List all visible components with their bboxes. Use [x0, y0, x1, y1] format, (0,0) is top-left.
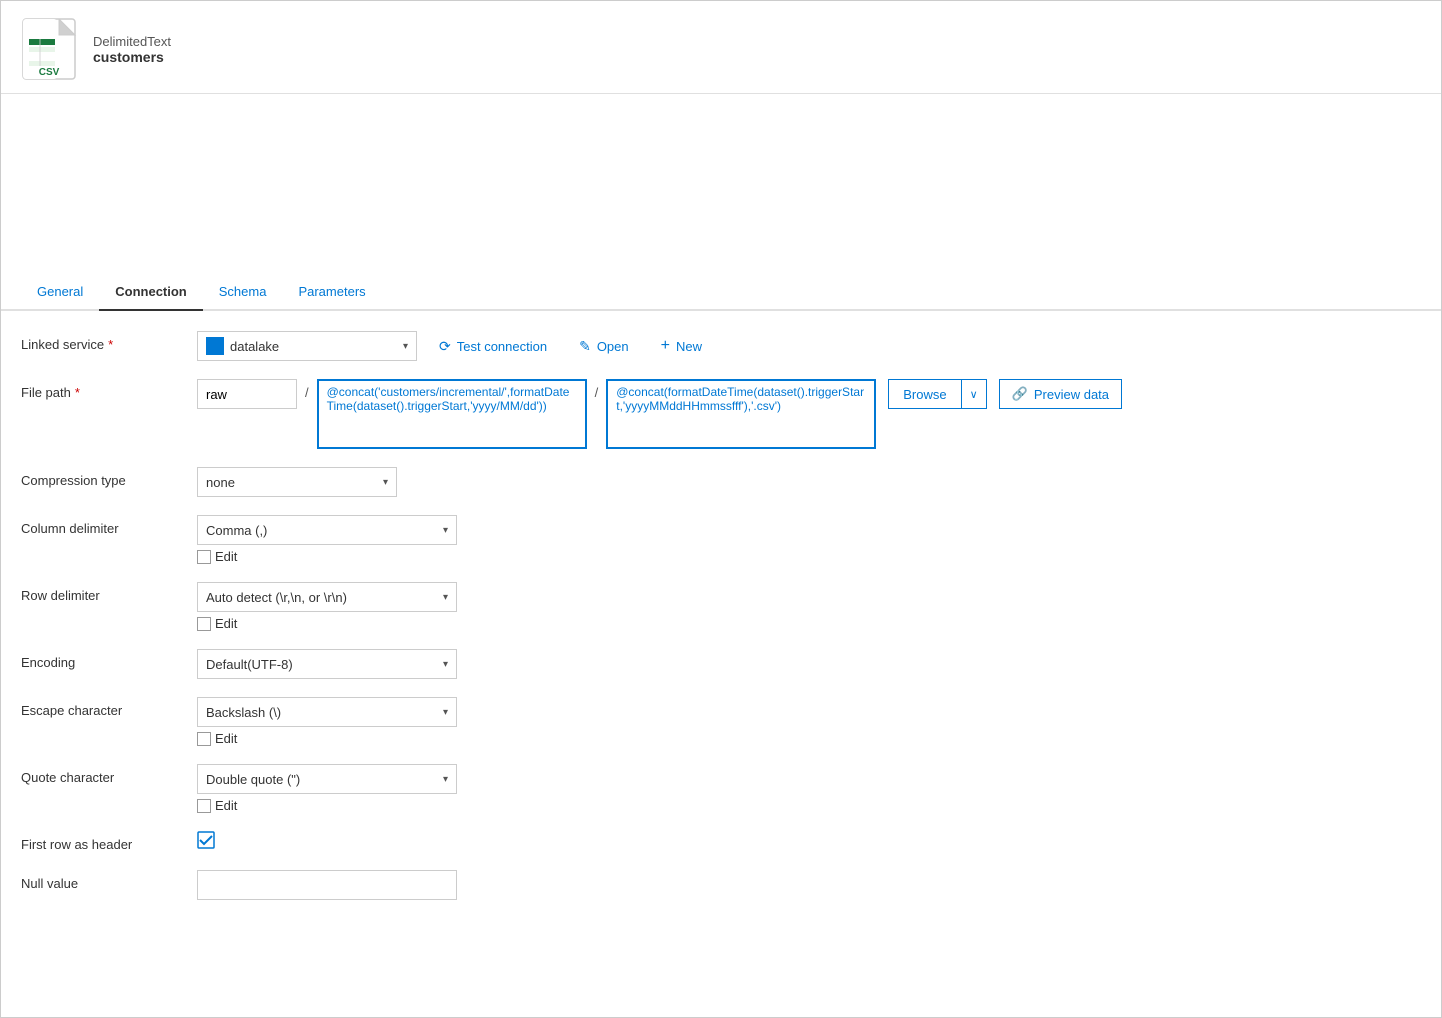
- file-path-container-input[interactable]: [197, 379, 297, 409]
- null-value-input[interactable]: [197, 870, 457, 900]
- first-row-header-row: First row as header: [21, 831, 1421, 852]
- file-path-expr2-text: @concat(formatDateTime(dataset().trigger…: [616, 385, 866, 413]
- file-path-label: File path *: [21, 379, 181, 400]
- column-delimiter-edit-label: Edit: [215, 549, 237, 564]
- row-delimiter-row: Row delimiter Auto detect (\r,\n, or \r\…: [21, 582, 1421, 631]
- linked-service-label: Linked service *: [21, 331, 181, 352]
- column-delimiter-value: Comma (,): [206, 523, 443, 538]
- row-delimiter-label: Row delimiter: [21, 582, 181, 603]
- quote-character-dropdown[interactable]: Double quote (") ▾: [197, 764, 457, 794]
- encoding-label: Encoding: [21, 649, 181, 670]
- dataset-name: customers: [93, 49, 171, 65]
- new-button[interactable]: + New: [651, 331, 712, 361]
- csv-file-icon: CSV: [21, 17, 77, 81]
- encoding-row: Encoding Default(UTF-8) ▾: [21, 649, 1421, 679]
- test-connection-button[interactable]: ⟳ Test connection: [429, 331, 557, 361]
- linked-service-icon: [206, 337, 224, 355]
- tab-schema[interactable]: Schema: [203, 274, 283, 311]
- first-row-header-checkbox[interactable]: [197, 831, 215, 849]
- quote-character-row: Quote character Double quote (") ▾ Edit: [21, 764, 1421, 813]
- open-button[interactable]: ✎ Open: [569, 331, 639, 361]
- linked-service-value: datalake: [230, 339, 403, 354]
- open-label: Open: [597, 339, 629, 354]
- null-value-row: Null value: [21, 870, 1421, 900]
- row-delimiter-edit-checkbox[interactable]: [197, 617, 211, 631]
- compression-type-value: none: [206, 475, 383, 490]
- preview-icon: 🔗: [1012, 386, 1028, 402]
- file-path-expression-2[interactable]: @concat(formatDateTime(dataset().trigger…: [606, 379, 876, 449]
- row-delimiter-value: Auto detect (\r,\n, or \r\n): [206, 590, 443, 605]
- escape-character-arrow-icon: ▾: [443, 707, 448, 718]
- row-delimiter-edit-label: Edit: [215, 616, 237, 631]
- row-delimiter-dropdown[interactable]: Auto detect (\r,\n, or \r\n) ▾: [197, 582, 457, 612]
- linked-service-row: Linked service * datalake ▾ ⟳ Test conne…: [21, 331, 1421, 361]
- compression-type-arrow-icon: ▾: [383, 477, 388, 488]
- first-row-header-label: First row as header: [21, 831, 181, 852]
- tab-parameters[interactable]: Parameters: [282, 274, 381, 311]
- compression-type-row: Compression type none ▾: [21, 467, 1421, 497]
- encoding-value: Default(UTF-8): [206, 657, 443, 672]
- test-connection-icon: ⟳: [439, 338, 451, 355]
- quote-character-edit-checkbox[interactable]: [197, 799, 211, 813]
- linked-service-dropdown[interactable]: datalake ▾: [197, 331, 417, 361]
- tabs-container: General Connection Schema Parameters: [1, 274, 1441, 311]
- test-connection-label: Test connection: [457, 339, 547, 354]
- compression-type-dropdown[interactable]: none ▾: [197, 467, 397, 497]
- tab-general[interactable]: General: [21, 274, 99, 311]
- file-path-row: File path * / @concat('customers/increme…: [21, 379, 1421, 449]
- plus-icon: +: [661, 337, 670, 355]
- required-marker: *: [108, 337, 113, 352]
- encoding-dropdown[interactable]: Default(UTF-8) ▾: [197, 649, 457, 679]
- column-delimiter-arrow-icon: ▾: [443, 525, 448, 536]
- compression-type-label: Compression type: [21, 467, 181, 488]
- preview-label: Preview data: [1034, 387, 1109, 402]
- escape-character-edit-row: Edit: [197, 731, 457, 746]
- open-icon: ✎: [579, 338, 591, 355]
- svg-text:CSV: CSV: [39, 67, 60, 78]
- column-delimiter-edit-checkbox[interactable]: [197, 550, 211, 564]
- row-delimiter-edit-row: Edit: [197, 616, 457, 631]
- path-separator-1: /: [301, 379, 313, 406]
- tab-connection[interactable]: Connection: [99, 274, 203, 311]
- dataset-type: DelimitedText: [93, 34, 171, 49]
- quote-character-value: Double quote ("): [206, 772, 443, 787]
- escape-character-value: Backslash (\): [206, 705, 443, 720]
- file-path-expr1-text: @concat('customers/incremental/',formatD…: [327, 385, 577, 413]
- escape-character-label: Escape character: [21, 697, 181, 718]
- preview-data-button[interactable]: 🔗 Preview data: [999, 379, 1122, 409]
- browse-chevron-button[interactable]: ∨: [962, 379, 987, 409]
- null-value-label: Null value: [21, 870, 181, 891]
- linked-service-arrow-icon: ▾: [403, 341, 408, 352]
- new-label: New: [676, 339, 702, 354]
- escape-character-dropdown[interactable]: Backslash (\) ▾: [197, 697, 457, 727]
- column-delimiter-row: Column delimiter Comma (,) ▾ Edit: [21, 515, 1421, 564]
- escape-character-row: Escape character Backslash (\) ▾ Edit: [21, 697, 1421, 746]
- encoding-arrow-icon: ▾: [443, 659, 448, 670]
- column-delimiter-edit-row: Edit: [197, 549, 457, 564]
- file-path-expression-1[interactable]: @concat('customers/incremental/',formatD…: [317, 379, 587, 449]
- column-delimiter-dropdown[interactable]: Comma (,) ▾: [197, 515, 457, 545]
- file-path-required: *: [75, 385, 80, 400]
- browse-button[interactable]: Browse: [888, 379, 961, 409]
- row-delimiter-arrow-icon: ▾: [443, 592, 448, 603]
- path-separator-2: /: [591, 379, 603, 406]
- quote-character-label: Quote character: [21, 764, 181, 785]
- column-delimiter-label: Column delimiter: [21, 515, 181, 536]
- quote-character-edit-row: Edit: [197, 798, 457, 813]
- quote-character-edit-label: Edit: [215, 798, 237, 813]
- quote-character-arrow-icon: ▾: [443, 774, 448, 785]
- escape-character-edit-checkbox[interactable]: [197, 732, 211, 746]
- escape-character-edit-label: Edit: [215, 731, 237, 746]
